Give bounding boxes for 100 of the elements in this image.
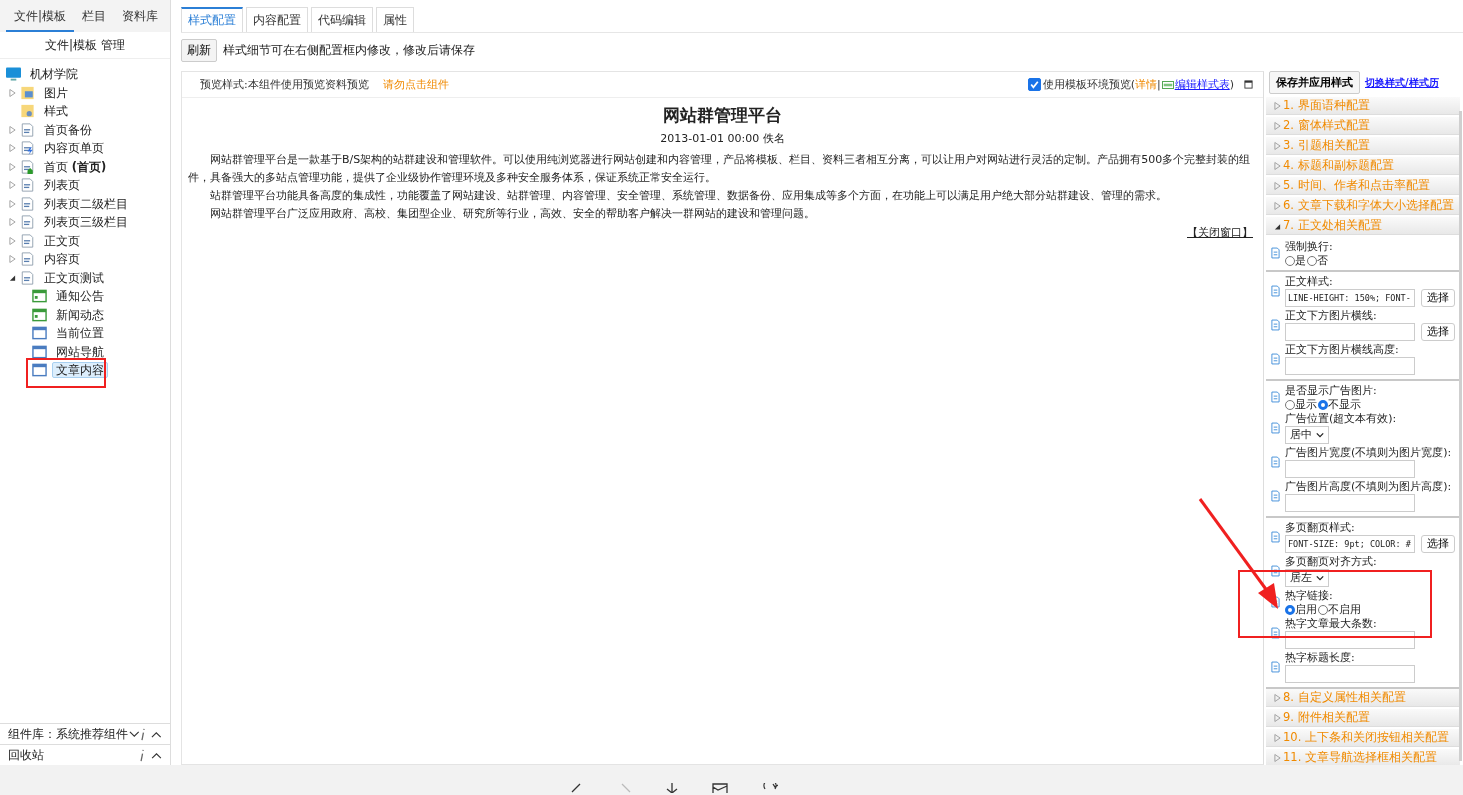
tree-item[interactable]: 正文页 bbox=[40, 232, 84, 249]
page-icon bbox=[20, 159, 35, 174]
input-field[interactable]: FONT-SIZE: 9pt; COLOR: # bbox=[1285, 535, 1415, 553]
refresh-button[interactable]: 刷新 bbox=[181, 38, 217, 62]
page-icon bbox=[20, 196, 35, 211]
field-icon bbox=[1271, 565, 1280, 577]
tree-item[interactable]: 首页 (首页) bbox=[40, 158, 111, 175]
paren-text: ( bbox=[1130, 78, 1135, 91]
expand-toggle-icon bbox=[1274, 160, 1281, 171]
field-icon bbox=[1271, 490, 1280, 502]
expand-toggle-icon[interactable] bbox=[8, 218, 16, 227]
field-label: 正文下方图片横线: bbox=[1285, 309, 1377, 323]
expand-toggle-icon bbox=[1274, 180, 1281, 191]
field-label: 多页翻页对齐方式: bbox=[1285, 555, 1377, 569]
panel-title: 回收站 bbox=[8, 747, 44, 763]
panel-title: 组件库：系统推荐组件 bbox=[8, 726, 128, 742]
radio-label[interactable]: 否 bbox=[1317, 254, 1328, 267]
input-field[interactable] bbox=[1285, 665, 1415, 683]
field-icon bbox=[1271, 319, 1280, 331]
select-button[interactable]: 选择 bbox=[1421, 289, 1455, 307]
dropdown[interactable]: 居左 bbox=[1285, 569, 1329, 587]
image-icon[interactable] bbox=[712, 783, 728, 793]
radio-label[interactable]: 显示 bbox=[1295, 398, 1317, 411]
tree-item[interactable]: 网站导航 bbox=[52, 343, 108, 360]
expand-toggle-icon[interactable] bbox=[8, 236, 16, 245]
page-icon bbox=[20, 122, 35, 137]
download-icon[interactable] bbox=[664, 783, 680, 793]
sidebar-tab[interactable]: 资料库 bbox=[114, 0, 167, 32]
switch-style-link[interactable]: 切换样式/样式历 bbox=[1365, 75, 1439, 90]
sidebar-tab[interactable]: 栏目 bbox=[74, 0, 115, 32]
radio-button[interactable] bbox=[1318, 399, 1328, 410]
tree-item[interactable]: 机材学院 bbox=[26, 66, 82, 83]
expand-toggle-icon[interactable] bbox=[8, 88, 16, 97]
radio-label[interactable]: 不显示 bbox=[1328, 398, 1361, 411]
tree-item[interactable]: 正文页测试 bbox=[40, 269, 108, 286]
field-label: 热字文章最大条数: bbox=[1285, 617, 1377, 631]
tree-item[interactable]: 列表页 bbox=[40, 177, 84, 194]
sidebar-title: 文件|模板 管理 bbox=[0, 32, 170, 59]
tree-item[interactable]: 图片 bbox=[40, 84, 72, 101]
radio-button[interactable] bbox=[1285, 604, 1295, 615]
radio-label[interactable]: 是 bbox=[1295, 254, 1306, 267]
tree-item[interactable]: 文章内容 bbox=[52, 362, 108, 379]
scrollbar[interactable] bbox=[1459, 111, 1462, 761]
expand-toggle-icon bbox=[1274, 200, 1281, 211]
tree-item[interactable]: 首页备份 bbox=[40, 121, 96, 138]
input-field[interactable] bbox=[1285, 460, 1415, 478]
expand-toggle-icon[interactable] bbox=[8, 125, 16, 134]
select-button[interactable]: 选择 bbox=[1421, 323, 1455, 341]
save-apply-button[interactable]: 保存并应用样式 bbox=[1269, 71, 1360, 94]
close-window-link[interactable]: 【关闭窗口】 bbox=[1187, 226, 1253, 239]
maximize-icon[interactable] bbox=[1244, 80, 1253, 89]
expand-toggle-icon[interactable] bbox=[8, 199, 16, 208]
input-field[interactable] bbox=[1285, 494, 1415, 512]
tab[interactable]: 代码编辑 bbox=[311, 7, 373, 32]
tab[interactable]: 内容配置 bbox=[246, 7, 308, 32]
tree-item[interactable]: 列表页三级栏目 bbox=[40, 214, 132, 231]
page-icon bbox=[20, 215, 35, 230]
expand-toggle-icon[interactable] bbox=[8, 162, 16, 171]
field-icon bbox=[1271, 456, 1280, 468]
chevron-up-icon[interactable] bbox=[151, 751, 162, 759]
tree-item[interactable]: 样式 bbox=[40, 103, 72, 120]
checkbox[interactable] bbox=[1027, 78, 1041, 91]
panel-header[interactable]: 回收站 bbox=[0, 744, 170, 765]
radio-label[interactable]: 启用 bbox=[1295, 603, 1317, 616]
chevron-down-icon[interactable] bbox=[1316, 575, 1324, 581]
chevron-down-icon[interactable] bbox=[1316, 432, 1324, 438]
expand-toggle-icon[interactable] bbox=[8, 144, 16, 153]
info-icon[interactable] bbox=[139, 727, 146, 741]
dropdown[interactable]: 居中 bbox=[1285, 426, 1329, 444]
edit-stylesheet-link[interactable]: 编辑样式表 bbox=[1174, 77, 1230, 92]
input-field[interactable] bbox=[1285, 357, 1415, 375]
input-field[interactable] bbox=[1285, 323, 1415, 341]
tree-item[interactable]: 当前位置 bbox=[52, 325, 108, 342]
field-label: 热字链接: bbox=[1285, 589, 1333, 603]
info-icon[interactable] bbox=[139, 748, 145, 762]
expand-toggle-icon[interactable] bbox=[8, 255, 16, 264]
tree-item[interactable]: 内容页单页 bbox=[40, 140, 108, 157]
tree-item[interactable]: 内容页 bbox=[40, 251, 84, 268]
expand-toggle-icon[interactable] bbox=[8, 273, 16, 282]
list-window-icon bbox=[32, 289, 47, 304]
panel-header[interactable]: 组件库：系统推荐组件 bbox=[0, 723, 170, 744]
page-icon bbox=[20, 270, 35, 285]
tree-item[interactable]: 通知公告 bbox=[52, 288, 108, 305]
tree-item[interactable]: 列表页二级栏目 bbox=[40, 195, 132, 212]
expand-toggle-icon[interactable] bbox=[8, 181, 16, 190]
field-label: 广告图片高度(不填则为图片高度): bbox=[1285, 480, 1452, 494]
input-field[interactable]: LINE-HEIGHT: 150%; FONT- bbox=[1285, 289, 1415, 307]
checkbox-label[interactable]: 使用模板环境预览 bbox=[1042, 77, 1131, 92]
field-label: 广告图片宽度(不填则为图片宽度): bbox=[1285, 446, 1452, 460]
input-field[interactable] bbox=[1285, 631, 1415, 649]
field-label: 是否显示广告图片: bbox=[1285, 384, 1377, 398]
tree-item[interactable]: 新闻动态 bbox=[52, 306, 108, 323]
tab[interactable]: 样式配置 bbox=[181, 7, 243, 32]
chevron-up-icon[interactable] bbox=[151, 730, 162, 738]
window-icon bbox=[32, 363, 47, 378]
radio-label[interactable]: 不启用 bbox=[1328, 603, 1361, 616]
chevron-down-icon[interactable] bbox=[129, 730, 140, 738]
select-button[interactable]: 选择 bbox=[1421, 535, 1455, 553]
tab[interactable]: 属性 bbox=[376, 7, 414, 32]
field-label: 热字标题长度: bbox=[1285, 651, 1355, 665]
